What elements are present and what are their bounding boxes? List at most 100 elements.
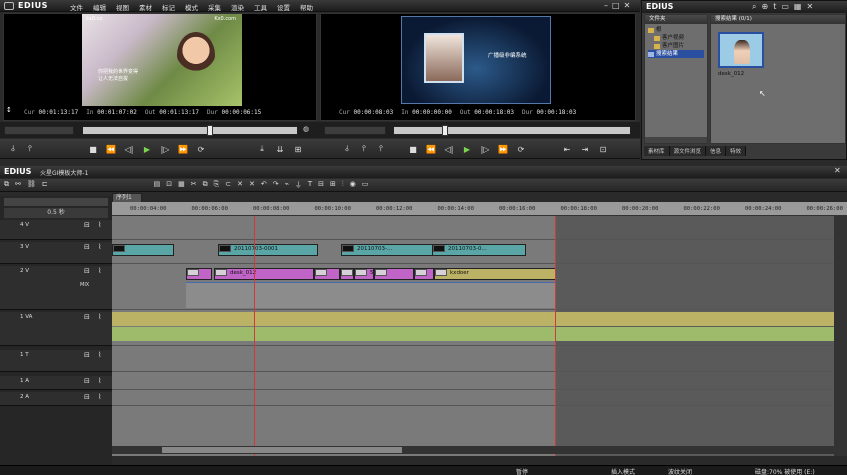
horizontal-scroll-thumb[interactable] (162, 447, 402, 453)
track-expand-icon[interactable]: ⌇ (98, 221, 101, 229)
record-icon[interactable]: ◉ (350, 180, 356, 190)
menu-item[interactable]: 帮助 (300, 2, 313, 12)
sync-icon[interactable]: ⚯ (15, 180, 21, 190)
folder-scrollbar[interactable] (645, 137, 707, 143)
bin-folder-icon[interactable]: ▭ (781, 2, 789, 12)
zoom-slider[interactable] (4, 198, 108, 206)
open-project-icon[interactable]: ⊡ (166, 180, 172, 190)
minimize-icon[interactable]: – (604, 1, 608, 10)
step-back-button[interactable]: ◁| (122, 143, 136, 155)
track-lane[interactable]: desk_012 5f... kxdoer (112, 266, 834, 310)
fast-forward-button[interactable]: ⏩ (176, 143, 190, 155)
mix-keyframe-area[interactable] (186, 282, 556, 308)
track-expand-icon[interactable]: ⌇ (98, 313, 101, 321)
recorder-scrubber-handle[interactable] (442, 125, 448, 136)
video-clip[interactable] (374, 268, 414, 280)
replace-icon[interactable]: ⊂ (225, 180, 231, 190)
ripple-delete-icon[interactable]: ✕ (249, 180, 255, 190)
track-area[interactable]: 20110703-0001 20110703-... 20110703-0... de… (112, 216, 834, 456)
play-button[interactable]: ▶ (140, 143, 154, 155)
bin-add-icon[interactable]: ⊕ (761, 2, 768, 12)
track-toggle-icon[interactable]: ⊟ (84, 351, 90, 359)
menu-item[interactable]: 视图 (116, 2, 129, 12)
track-expand-icon[interactable]: ⌇ (98, 267, 101, 275)
maximize-icon[interactable]: □ (612, 1, 620, 10)
track-toggle-icon[interactable]: ⊟ (84, 267, 90, 275)
track-toggle-icon[interactable]: ⊟ (84, 221, 90, 229)
render-icon[interactable]: ⊟ (318, 180, 324, 190)
copy-icon[interactable]: ⧉ (203, 180, 208, 190)
stop-button[interactable]: ■ (86, 143, 100, 155)
tree-item-client-video[interactable]: 客户视频 (648, 34, 704, 42)
overwrite-to-timeline-icon[interactable]: ⇊ (273, 143, 287, 155)
bin-search-icon[interactable]: ⌕ (752, 2, 756, 12)
clip-settings-icon[interactable]: ⊞ (291, 143, 305, 155)
undo-icon[interactable]: ↶ (261, 180, 267, 190)
effects-icon[interactable]: ⊞ (330, 180, 336, 190)
recorder-monitor[interactable]: 广播级非编系统 Cur 00:00:08:03 In 00:00:00:00 O… (320, 13, 636, 121)
recorder-play-button[interactable]: ▶ (460, 143, 474, 155)
player-monitor[interactable]: kx0.co Kx0.com 你把我的世界变得 让人无法自拔 ↕ Cur 00:… (3, 13, 317, 121)
video-clip[interactable]: 20110703-... (341, 244, 433, 256)
track-expand-icon[interactable]: ⌇ (98, 351, 101, 359)
video-clip[interactable] (186, 268, 212, 280)
menu-item[interactable]: 模式 (185, 2, 198, 12)
bin-close-icon[interactable]: ✕ (806, 2, 813, 12)
track-header[interactable]: 3 V ⊟ ⌇ (0, 242, 112, 264)
title-icon[interactable]: T (308, 180, 312, 190)
horizontal-scrollbar[interactable] (112, 446, 834, 454)
new-sequence-icon[interactable]: ▤ (154, 180, 161, 190)
bin-tag-icon[interactable]: t (773, 2, 776, 12)
recorder-rewind-button[interactable]: ⏪ (424, 143, 438, 155)
close-icon[interactable]: ✕ (624, 1, 631, 10)
redo-icon[interactable]: ↷ (273, 180, 279, 190)
bin-tab[interactable]: 信息 (706, 146, 727, 156)
zoom-label[interactable]: 0.5 秒 (4, 208, 108, 218)
track-toggle-icon[interactable]: ⊟ (84, 377, 90, 385)
player-scrubber[interactable] (82, 125, 298, 136)
mark-out-icon[interactable]: ⫯ (23, 143, 37, 155)
export-icon[interactable]: ⊡ (596, 143, 610, 155)
track-header[interactable]: 4 V ⊟ ⌇ (0, 220, 112, 240)
recorder-shuttle[interactable] (324, 126, 386, 135)
video-clip[interactable] (314, 268, 340, 280)
recorder-loop-button[interactable]: ⟳ (514, 143, 528, 155)
track-header[interactable]: 2 V MIX ⊟ ⌇ (0, 266, 112, 310)
menu-item[interactable]: 素材 (139, 2, 152, 12)
menu-item[interactable]: 编辑 (93, 2, 106, 12)
track-lane[interactable] (112, 220, 834, 240)
export-menu-icon[interactable]: ▭ (362, 180, 369, 190)
clip-thumbnail[interactable] (718, 32, 764, 68)
menu-item[interactable]: 设置 (277, 2, 290, 12)
track-toggle-icon[interactable]: ⊟ (84, 243, 90, 251)
mark-in-icon[interactable]: ⫰ (6, 143, 20, 155)
track-lane[interactable] (112, 376, 834, 390)
player-shuttle[interactable] (4, 126, 74, 135)
group-icon[interactable]: ⊏ (42, 180, 48, 190)
marker-icon[interactable]: ⌁ (285, 180, 289, 190)
track-lane[interactable] (112, 312, 834, 346)
recorder-step-forward-button[interactable]: |▷ (478, 143, 492, 155)
video-clip[interactable]: desk_012 (214, 268, 314, 280)
delete-icon[interactable]: ✕ (237, 180, 243, 190)
tree-item-client-images[interactable]: 客户图片 (648, 42, 704, 50)
vertical-scrollbar[interactable] (834, 216, 847, 456)
track-expand-icon[interactable]: ⌇ (98, 243, 101, 251)
mode-icon[interactable]: ⧉ (4, 180, 9, 190)
recorder-step-back-button[interactable]: ◁| (442, 143, 456, 155)
tree-item-search-results[interactable]: 搜索结果 (648, 50, 704, 58)
mixer-icon[interactable]: ⫶ (342, 180, 344, 190)
video-audio-clip[interactable] (112, 312, 834, 326)
loop-button[interactable]: ⟳ (194, 143, 208, 155)
track-toggle-icon[interactable]: ⊟ (84, 393, 90, 401)
bin-view-icon[interactable]: ▦ (794, 2, 802, 12)
track-lane[interactable] (112, 392, 834, 406)
recorder-mark-in-icon[interactable]: ⫰ (340, 143, 354, 155)
track-header[interactable]: 2 A ⊟ ⌇ (0, 392, 112, 406)
audio-waveform-clip[interactable] (112, 327, 834, 341)
bin-tab[interactable]: 特效 (726, 146, 747, 156)
bin-tab[interactable]: 源文件浏览 (669, 146, 707, 156)
cut-icon[interactable]: ✂ (191, 180, 197, 190)
timeline-close-icon[interactable]: ✕ (834, 166, 841, 175)
insert-to-timeline-icon[interactable]: ⤓ (255, 143, 269, 155)
